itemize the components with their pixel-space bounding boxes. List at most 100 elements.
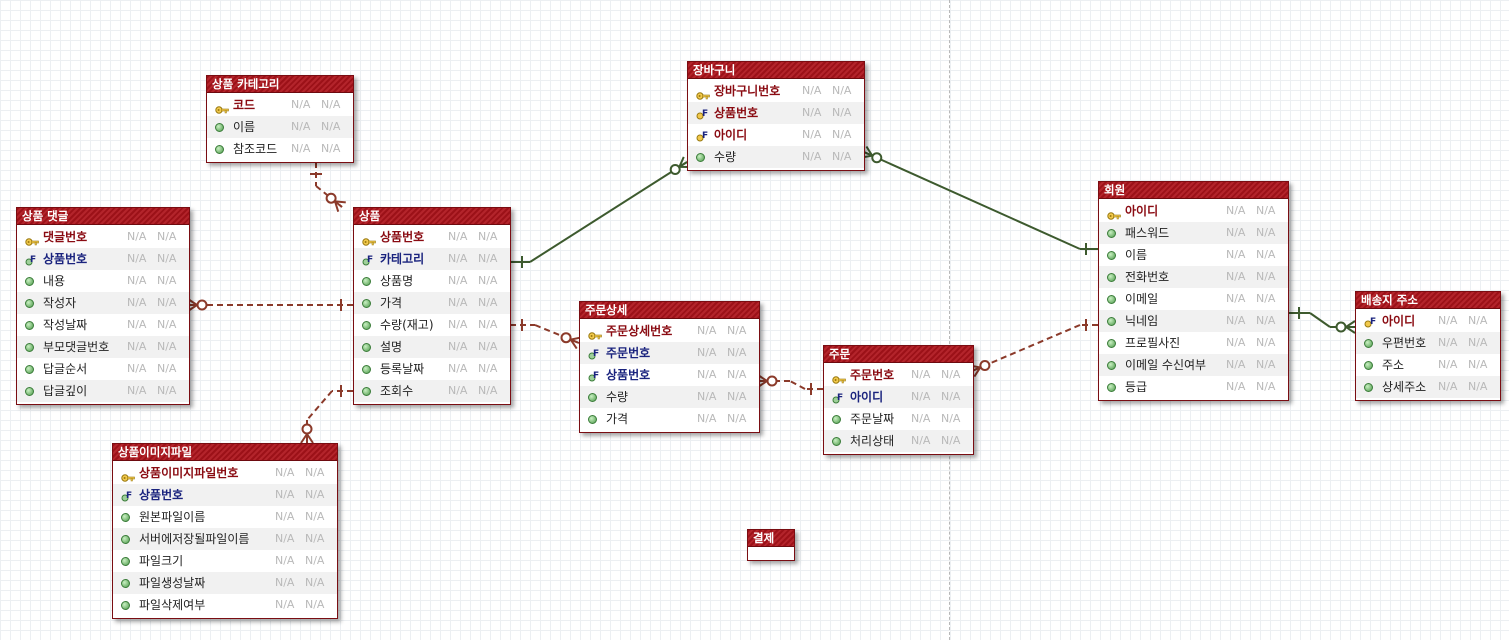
entity-payment[interactable]: 결제 [747, 529, 795, 561]
column-row[interactable]: 상품명 N/A N/A [354, 270, 510, 292]
column-row[interactable]: 처리상태 N/A N/A [824, 430, 973, 452]
column-row[interactable]: 수량(재고) N/A N/A [354, 314, 510, 336]
relationship-product-image[interactable] [300, 385, 353, 444]
relationship-segment [863, 151, 1081, 250]
column-name: 가격 [606, 412, 629, 426]
column-row[interactable]: 전화번호 N/A N/A [1099, 266, 1288, 288]
column-row[interactable]: 아이디 N/A N/A [1099, 200, 1288, 222]
entity-product[interactable]: 상품 상품번호 N/A N/A F 카테고리 N/A N/A 상품명 N/A N/A 가격 N/A N/… [353, 207, 511, 405]
column-row[interactable]: 댓글번호 N/A N/A [17, 226, 189, 248]
column-name: 주소 [1382, 358, 1405, 372]
column-row[interactable]: F 아이디 N/A N/A [688, 124, 864, 146]
entity-title[interactable]: 장바구니 [688, 62, 864, 79]
entity-image[interactable]: 상품이미지파일 상품이미지파일번호 N/A N/A F 상품번호 N/A N/A 원본파일이름… [112, 443, 338, 619]
erd-canvas[interactable]: 상품 카테고리 코드 N/A N/A 이름 N/A N/A 참조코드 N/A N/A 상품 댓글… [0, 0, 1509, 640]
column-row[interactable]: 이메일 N/A N/A [1099, 288, 1288, 310]
zero-cardinality-mark [325, 192, 337, 204]
column-row[interactable]: 프로필사진 N/A N/A [1099, 332, 1288, 354]
primary-key-icon [588, 326, 602, 340]
column-row[interactable]: F 상품번호 N/A N/A [17, 248, 189, 270]
relationship-product-review[interactable] [187, 298, 353, 312]
entity-title[interactable]: 주문 [824, 346, 973, 363]
column-name: 답글순서 [43, 362, 88, 376]
column-row[interactable]: F 상품번호 N/A N/A [113, 484, 337, 506]
column-row[interactable]: 부모댓글번호 N/A N/A [17, 336, 189, 358]
column-row[interactable]: 답글순서 N/A N/A [17, 358, 189, 380]
column-row[interactable]: F 상품번호 N/A N/A [688, 102, 864, 124]
zero-cardinality-mark [301, 423, 313, 435]
column-row[interactable]: F 상품번호 N/A N/A [580, 364, 759, 386]
entity-title[interactable]: 배송지 주소 [1356, 292, 1500, 309]
entity-category[interactable]: 상품 카테고리 코드 N/A N/A 이름 N/A N/A 참조코드 N/A N/A [206, 75, 354, 163]
column-row[interactable]: 답글깊이 N/A N/A [17, 380, 189, 402]
column-row[interactable]: 작성자 N/A N/A [17, 292, 189, 314]
entity-title[interactable]: 상품 [354, 208, 510, 225]
entity-title[interactable]: 회원 [1099, 182, 1288, 199]
entity-shipping[interactable]: 배송지 주소 F 아이디 N/A N/A 우편번호 N/A N/A 주소 N/A N/A 상세주소 N… [1355, 291, 1501, 401]
column-row[interactable]: F 아이디 N/A N/A [1356, 310, 1500, 332]
entity-review[interactable]: 상품 댓글 댓글번호 N/A N/A F 상품번호 N/A N/A 내용 N/A N/A 작성자 N/… [16, 207, 190, 405]
attribute-icon [1107, 339, 1116, 348]
entity-title[interactable]: 결제 [748, 530, 794, 547]
column-row[interactable]: 원본파일이름 N/A N/A [113, 506, 337, 528]
primary-key-icon [832, 370, 846, 384]
entity-title[interactable]: 주문상세 [580, 302, 759, 319]
column-name: 내용 [43, 274, 66, 288]
column-row[interactable]: 등급 N/A N/A [1099, 376, 1288, 398]
column-row[interactable]: 조회수 N/A N/A [354, 380, 510, 402]
entity-title[interactable]: 상품 카테고리 [207, 76, 353, 93]
entity-order[interactable]: 주문 주문번호 N/A N/A F 아이디 N/A N/A 주문날짜 N/A N/A 처리상태 N/A… [823, 345, 974, 455]
column-row[interactable]: 파일생성날짜 N/A N/A [113, 572, 337, 594]
column-name: 장바구니번호 [714, 84, 781, 98]
column-row[interactable]: F 카테고리 N/A N/A [354, 248, 510, 270]
column-row[interactable]: 장바구니번호 N/A N/A [688, 80, 864, 102]
column-row[interactable]: 상세주소 N/A N/A [1356, 376, 1500, 398]
relationship-order-orderdetail[interactable] [757, 374, 823, 395]
column-row[interactable]: 상품번호 N/A N/A [354, 226, 510, 248]
column-row[interactable]: F 아이디 N/A N/A [824, 386, 973, 408]
relationship-member-shipping[interactable] [1287, 307, 1356, 334]
column-row[interactable]: 가격 N/A N/A [354, 292, 510, 314]
relationship-member-order[interactable] [969, 319, 1098, 378]
column-row[interactable]: 참조코드 N/A N/A [207, 138, 353, 160]
column-row[interactable]: 주문번호 N/A N/A [824, 364, 973, 386]
column-row[interactable]: 등록날짜 N/A N/A [354, 358, 510, 380]
column-row[interactable]: 주소 N/A N/A [1356, 354, 1500, 376]
entity-columns: 코드 N/A N/A 이름 N/A N/A 참조코드 N/A N/A [207, 93, 353, 162]
column-row[interactable]: 서버에저장될파일이름 N/A N/A [113, 528, 337, 550]
column-default: N/A [941, 390, 961, 403]
column-row[interactable]: 코드 N/A N/A [207, 94, 353, 116]
entity-title[interactable]: 상품 댓글 [17, 208, 189, 225]
entity-title[interactable]: 상품이미지파일 [113, 444, 337, 461]
column-row[interactable]: 수량 N/A N/A [688, 146, 864, 168]
column-row[interactable]: 수량 N/A N/A [580, 386, 759, 408]
column-row[interactable]: 주문날짜 N/A N/A [824, 408, 973, 430]
column-row[interactable]: 작성날짜 N/A N/A [17, 314, 189, 336]
column-row[interactable]: 이름 N/A N/A [1099, 244, 1288, 266]
column-row[interactable]: 주문상세번호 N/A N/A [580, 320, 759, 342]
relationship-category-product[interactable] [310, 162, 346, 212]
relationship-member-cart[interactable] [861, 145, 1098, 255]
column-row[interactable]: 가격 N/A N/A [580, 408, 759, 430]
column-row[interactable]: 상품이미지파일번호 N/A N/A [113, 462, 337, 484]
column-row[interactable]: F 주문번호 N/A N/A [580, 342, 759, 364]
column-row[interactable]: 이름 N/A N/A [207, 116, 353, 138]
column-default: N/A [478, 384, 498, 397]
column-row[interactable]: 우편번호 N/A N/A [1356, 332, 1500, 354]
column-row[interactable]: 파일크기 N/A N/A [113, 550, 337, 572]
column-row[interactable]: 파일삭제여부 N/A N/A [113, 594, 337, 616]
column-type: N/A [1438, 336, 1458, 349]
relationship-product-orderdetail[interactable] [510, 319, 582, 350]
entity-orderdetail[interactable]: 주문상세 주문상세번호 N/A N/A F 주문번호 N/A N/A F 상품번호 N/A N/A 수… [579, 301, 760, 433]
column-row[interactable]: 설명 N/A N/A [354, 336, 510, 358]
relationship-product-cart[interactable] [510, 156, 691, 268]
entity-cart[interactable]: 장바구니 장바구니번호 N/A N/A F 상품번호 N/A N/A F 아이디 N/A N/A 수량… [687, 61, 865, 171]
column-row[interactable]: 닉네임 N/A N/A [1099, 310, 1288, 332]
column-default: N/A [1468, 358, 1488, 371]
column-row[interactable]: 내용 N/A N/A [17, 270, 189, 292]
column-row[interactable]: 이메일 수신여부 N/A N/A [1099, 354, 1288, 376]
column-type: N/A [697, 324, 717, 337]
column-row[interactable]: 패스워드 N/A N/A [1099, 222, 1288, 244]
entity-member[interactable]: 회원 아이디 N/A N/A 패스워드 N/A N/A 이름 N/A N/A 전화번호 N/A N/A… [1098, 181, 1289, 401]
column-type: N/A [275, 466, 295, 479]
